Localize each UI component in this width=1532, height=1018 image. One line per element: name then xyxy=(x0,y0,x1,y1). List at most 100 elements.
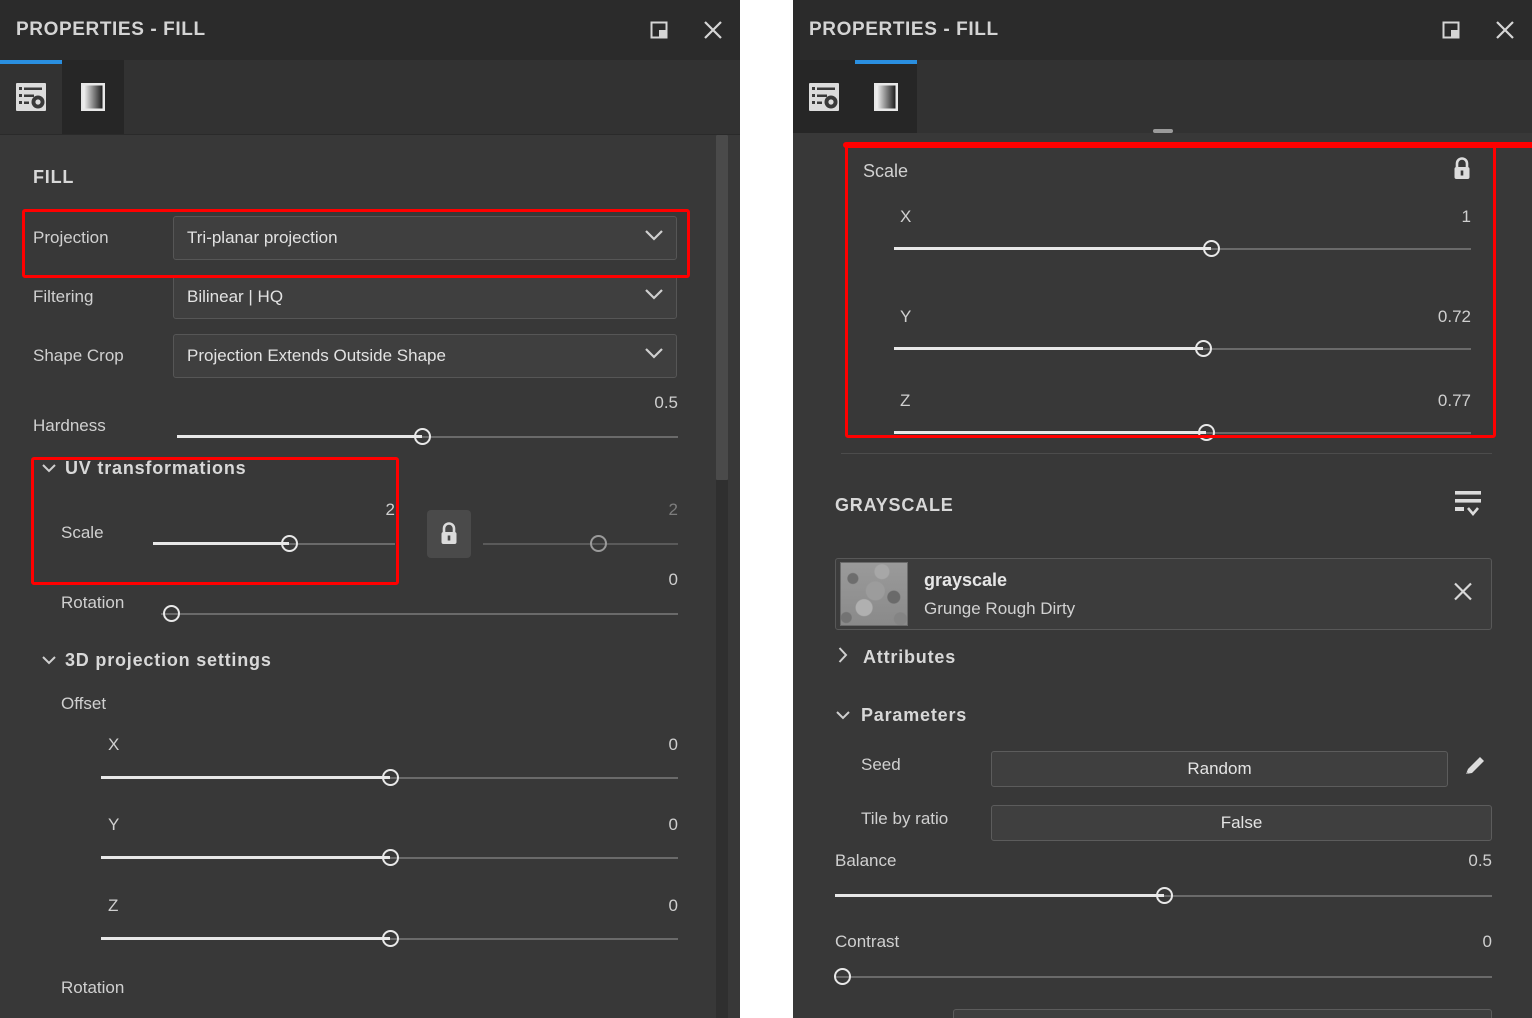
scrollbar-thumb[interactable] xyxy=(716,135,728,480)
balance-slider[interactable] xyxy=(835,887,1492,905)
screenshot-root: PROPERTIES - FILL FILL Projection Tri-pl… xyxy=(0,0,1532,1018)
tab-fill-settings[interactable] xyxy=(0,60,62,134)
slider-value-hardness: 0.5 xyxy=(654,393,678,412)
slider-knob[interactable] xyxy=(163,605,181,622)
panel-body-left: FILL Projection Tri-planar projection Fi… xyxy=(0,135,740,1018)
tab-active-indicator xyxy=(855,60,917,64)
slider-knob[interactable] xyxy=(381,769,399,786)
dock-icon[interactable] xyxy=(646,17,672,43)
scale-lock-button[interactable] xyxy=(1451,155,1473,188)
panel-titlebar-right: PROPERTIES - FILL xyxy=(793,0,1532,60)
slider-value-uv-scale-x: 2 xyxy=(385,500,395,519)
attributes-header[interactable]: Attributes xyxy=(835,646,956,668)
field-tile-by-ratio: Tile by ratio False xyxy=(861,801,1492,841)
list-options-icon xyxy=(1455,491,1481,517)
uv-scale-lock-button[interactable] xyxy=(427,510,471,558)
contrast-slider[interactable] xyxy=(833,968,1492,986)
axis-value-y: 0 xyxy=(668,815,678,834)
tab-fill-settings[interactable] xyxy=(793,60,855,134)
shape-crop-dropdown[interactable]: Projection Extends Outside Shape xyxy=(173,334,677,378)
settings-list-icon xyxy=(16,83,46,111)
rotation-label-3d: Rotation xyxy=(61,978,125,997)
tab-gradient[interactable] xyxy=(62,60,124,134)
axis-value-z: 0 xyxy=(668,896,678,915)
filtering-dropdown[interactable]: Bilinear | HQ xyxy=(173,275,677,319)
seed-edit-button[interactable] xyxy=(1462,753,1488,784)
slider-label-uv-rotation: Rotation xyxy=(61,593,125,612)
axis-value-x: 0 xyxy=(668,735,678,754)
slider-track xyxy=(161,613,678,615)
field-label-seed: Seed xyxy=(861,755,901,774)
projection-3d-header[interactable]: 3D projection settings xyxy=(41,650,272,671)
slider-value-uv-rotation: 0 xyxy=(668,570,678,589)
slider-fill xyxy=(835,894,1164,897)
field-label-tile-by-ratio: Tile by ratio xyxy=(861,809,949,828)
close-icon[interactable] xyxy=(700,17,726,43)
uv-scale-x-slider[interactable] xyxy=(153,535,395,553)
offset-label: Offset xyxy=(61,694,107,713)
grayscale-resource-card[interactable]: grayscale Grunge Rough Dirty xyxy=(835,558,1492,630)
chevron-down-icon xyxy=(644,347,664,365)
axis-label-z: Z xyxy=(108,896,119,915)
slider-knob[interactable] xyxy=(1203,240,1221,257)
slider-knob[interactable] xyxy=(381,849,399,866)
chevron-down-icon xyxy=(835,707,851,724)
collapse-handle[interactable] xyxy=(1152,129,1173,133)
offset-y-slider[interactable] xyxy=(101,849,678,867)
chevron-down-icon xyxy=(644,288,664,306)
remove-grayscale-icon[interactable] xyxy=(1451,580,1475,609)
slider-value-uv-scale-y: 2 xyxy=(668,500,678,519)
axis-label-y: Y xyxy=(900,307,912,326)
field-seed: Seed Random xyxy=(861,747,1492,787)
projection-dropdown[interactable]: Tri-planar projection xyxy=(173,216,677,260)
slider-knob[interactable] xyxy=(833,968,851,985)
slider-knob[interactable] xyxy=(280,535,298,552)
slider-value-contrast: 0 xyxy=(1482,932,1492,951)
offset-z-slider[interactable] xyxy=(101,930,678,948)
slider-label-hardness: Hardness xyxy=(33,416,106,435)
dock-icon[interactable] xyxy=(1438,17,1464,43)
hardness-slider[interactable] xyxy=(177,428,678,446)
uv-scale-y-slider[interactable] xyxy=(483,535,678,553)
tab-active-indicator xyxy=(0,60,62,64)
slider-knob[interactable] xyxy=(414,428,432,445)
scale-y-slider[interactable] xyxy=(894,340,1471,358)
parameters-header[interactable]: Parameters xyxy=(835,705,967,726)
next-parameter-field-partial[interactable] xyxy=(953,1009,1492,1018)
vertical-scrollbar[interactable] xyxy=(716,135,728,1018)
scale-z-slider[interactable] xyxy=(894,424,1471,442)
slider-fill xyxy=(101,937,390,940)
scale-x-slider[interactable] xyxy=(894,240,1471,258)
slider-knob[interactable] xyxy=(1194,340,1212,357)
grunge-texture-thumbnail xyxy=(840,562,908,626)
slider-fill xyxy=(153,542,289,545)
grayscale-options-button[interactable] xyxy=(1453,488,1487,525)
uv-rotation-slider[interactable] xyxy=(161,605,678,623)
grayscale-subtitle: Grunge Rough Dirty xyxy=(924,598,1076,618)
slider-knob[interactable] xyxy=(590,535,608,552)
field-label-filtering: Filtering xyxy=(33,287,94,306)
tabstrip-right xyxy=(793,60,1532,135)
chevron-down-icon xyxy=(41,460,57,477)
section-title-grayscale: GRAYSCALE xyxy=(835,495,954,515)
filtering-value: Bilinear | HQ xyxy=(187,287,284,306)
tab-gradient[interactable] xyxy=(855,60,917,134)
uv-transformations-header[interactable]: UV transformations xyxy=(41,458,246,479)
field-projection: Projection Tri-planar projection xyxy=(33,216,678,260)
shape-crop-value: Projection Extends Outside Shape xyxy=(187,346,446,365)
properties-fill-panel-right: PROPERTIES - FILL Scale X 1 Y 0.72 Z 0.7… xyxy=(793,0,1532,1018)
chevron-down-icon xyxy=(644,229,664,247)
slider-knob[interactable] xyxy=(1155,887,1173,904)
parameters-title: Parameters xyxy=(861,705,968,725)
slider-knob[interactable] xyxy=(381,930,399,947)
field-shape-crop: Shape Crop Projection Extends Outside Sh… xyxy=(33,334,678,378)
offset-x-slider[interactable] xyxy=(101,769,678,787)
tile-by-ratio-button[interactable]: False xyxy=(991,805,1492,841)
tabstrip-left xyxy=(0,60,740,135)
slider-knob[interactable] xyxy=(1197,424,1215,441)
close-icon[interactable] xyxy=(1492,17,1518,43)
page-title: PROPERTIES - FILL xyxy=(809,19,999,40)
seed-button[interactable]: Random xyxy=(991,751,1448,787)
scale-group-title: Scale xyxy=(863,161,909,181)
projection-value: Tri-planar projection xyxy=(187,228,338,247)
